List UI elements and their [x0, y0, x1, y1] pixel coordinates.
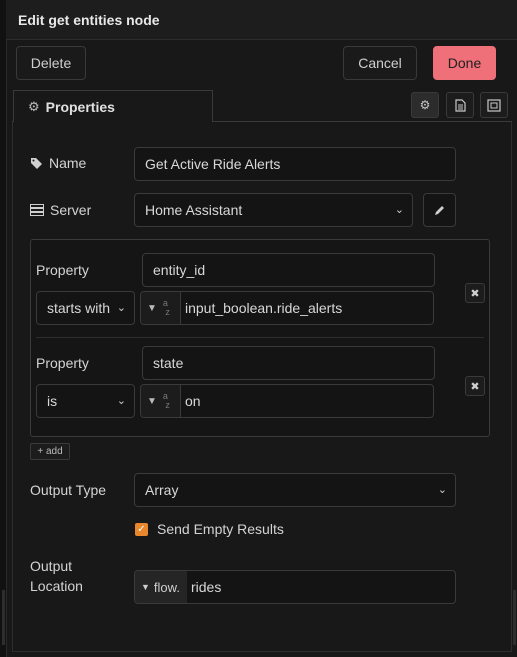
- name-label: Name: [49, 155, 87, 171]
- scrollbar-right[interactable]: [513, 590, 516, 645]
- gear-icon: ⚙: [419, 98, 431, 112]
- output-location-type: flow.: [153, 579, 180, 595]
- value-type-selector[interactable]: ▼ a z: [141, 292, 181, 324]
- rule-1-operator-select[interactable]: starts with ⌄: [36, 291, 135, 325]
- add-rule-label: add: [45, 446, 63, 457]
- server-label: Server: [50, 202, 92, 218]
- plus-icon: +: [37, 446, 44, 457]
- delete-button[interactable]: Delete: [16, 46, 86, 80]
- close-icon: ✖: [470, 287, 480, 300]
- chevron-down-icon: ⌄: [116, 302, 126, 314]
- string-type-icon: a z: [162, 298, 170, 317]
- add-rule-button[interactable]: + add: [30, 443, 70, 460]
- rule-1-property-label: Property: [36, 262, 89, 278]
- gear-icon: ⚙: [28, 98, 40, 114]
- appearance-tab-button[interactable]: [480, 92, 508, 118]
- tray-title: Edit get entities node: [18, 12, 160, 28]
- close-icon: ✖: [470, 380, 480, 393]
- rule-divider: [36, 337, 484, 338]
- server-select[interactable]: Home Assistant ⌄: [134, 193, 413, 227]
- output-location-type-selector[interactable]: ▼ flow.: [135, 571, 187, 603]
- done-button[interactable]: Done: [433, 46, 496, 80]
- send-empty-results-label: Send Empty Results: [157, 521, 284, 537]
- edit-server-button[interactable]: [423, 193, 456, 227]
- cancel-button[interactable]: Cancel: [343, 46, 417, 80]
- name-input[interactable]: Get Active Ride Alerts: [134, 147, 456, 181]
- output-location-typed-input[interactable]: ▼ flow. rides: [134, 570, 456, 604]
- rule-2-operator-value: is: [47, 393, 58, 409]
- name-label-row: Name: [30, 155, 86, 171]
- output-type-select[interactable]: Array ⌄: [134, 473, 456, 507]
- rule-1-property-input[interactable]: entity_id: [142, 253, 435, 287]
- tab-properties-label: Properties: [45, 98, 115, 115]
- output-location-value: rides: [191, 579, 222, 595]
- rule-2-value: on: [185, 393, 201, 409]
- rule-2-property-input[interactable]: state: [142, 346, 435, 380]
- rule-2-property-label: Property: [36, 355, 89, 371]
- tab-properties[interactable]: ⚙ Properties: [13, 90, 213, 122]
- settings-tab-button[interactable]: ⚙: [411, 92, 439, 118]
- rule-2-operator-select[interactable]: is ⌄: [36, 384, 135, 418]
- tag-icon: [31, 157, 42, 169]
- rule-1-value-typed-input[interactable]: ▼ a z input_boolean.ride_alerts: [140, 291, 434, 325]
- value-type-selector[interactable]: ▼ a z: [141, 385, 181, 417]
- server-icon: [30, 204, 44, 216]
- pencil-icon: [435, 205, 444, 215]
- caret-down-icon: ▼: [147, 395, 157, 407]
- output-location-label-line1: Output: [30, 558, 73, 574]
- rule-1-value: input_boolean.ride_alerts: [185, 300, 343, 316]
- output-type-label: Output Type: [30, 482, 107, 498]
- output-type-value: Array: [145, 482, 179, 498]
- chevron-down-icon: ⌄: [116, 395, 126, 407]
- rule-1-operator-value: starts with: [47, 300, 111, 316]
- server-select-value: Home Assistant: [145, 202, 243, 218]
- remove-rule-1-button[interactable]: ✖: [465, 283, 485, 303]
- frame-icon: [487, 98, 501, 112]
- description-tab-button[interactable]: [446, 92, 474, 118]
- chevron-down-icon: ⌄: [437, 484, 447, 496]
- rule-2-value-typed-input[interactable]: ▼ a z on: [140, 384, 434, 418]
- string-type-icon: a z: [162, 391, 170, 410]
- send-empty-results-checkbox[interactable]: ✓: [135, 523, 148, 536]
- document-icon: [454, 98, 466, 112]
- remove-rule-2-button[interactable]: ✖: [465, 376, 485, 396]
- resize-handle-left[interactable]: [2, 590, 5, 645]
- chevron-down-icon: ⌄: [394, 204, 404, 216]
- checkmark-icon: ✓: [137, 524, 146, 535]
- server-label-row: Server: [30, 202, 91, 218]
- output-location-label-line2: Location: [30, 578, 83, 594]
- caret-down-icon: ▼: [141, 582, 150, 592]
- caret-down-icon: ▼: [147, 302, 157, 314]
